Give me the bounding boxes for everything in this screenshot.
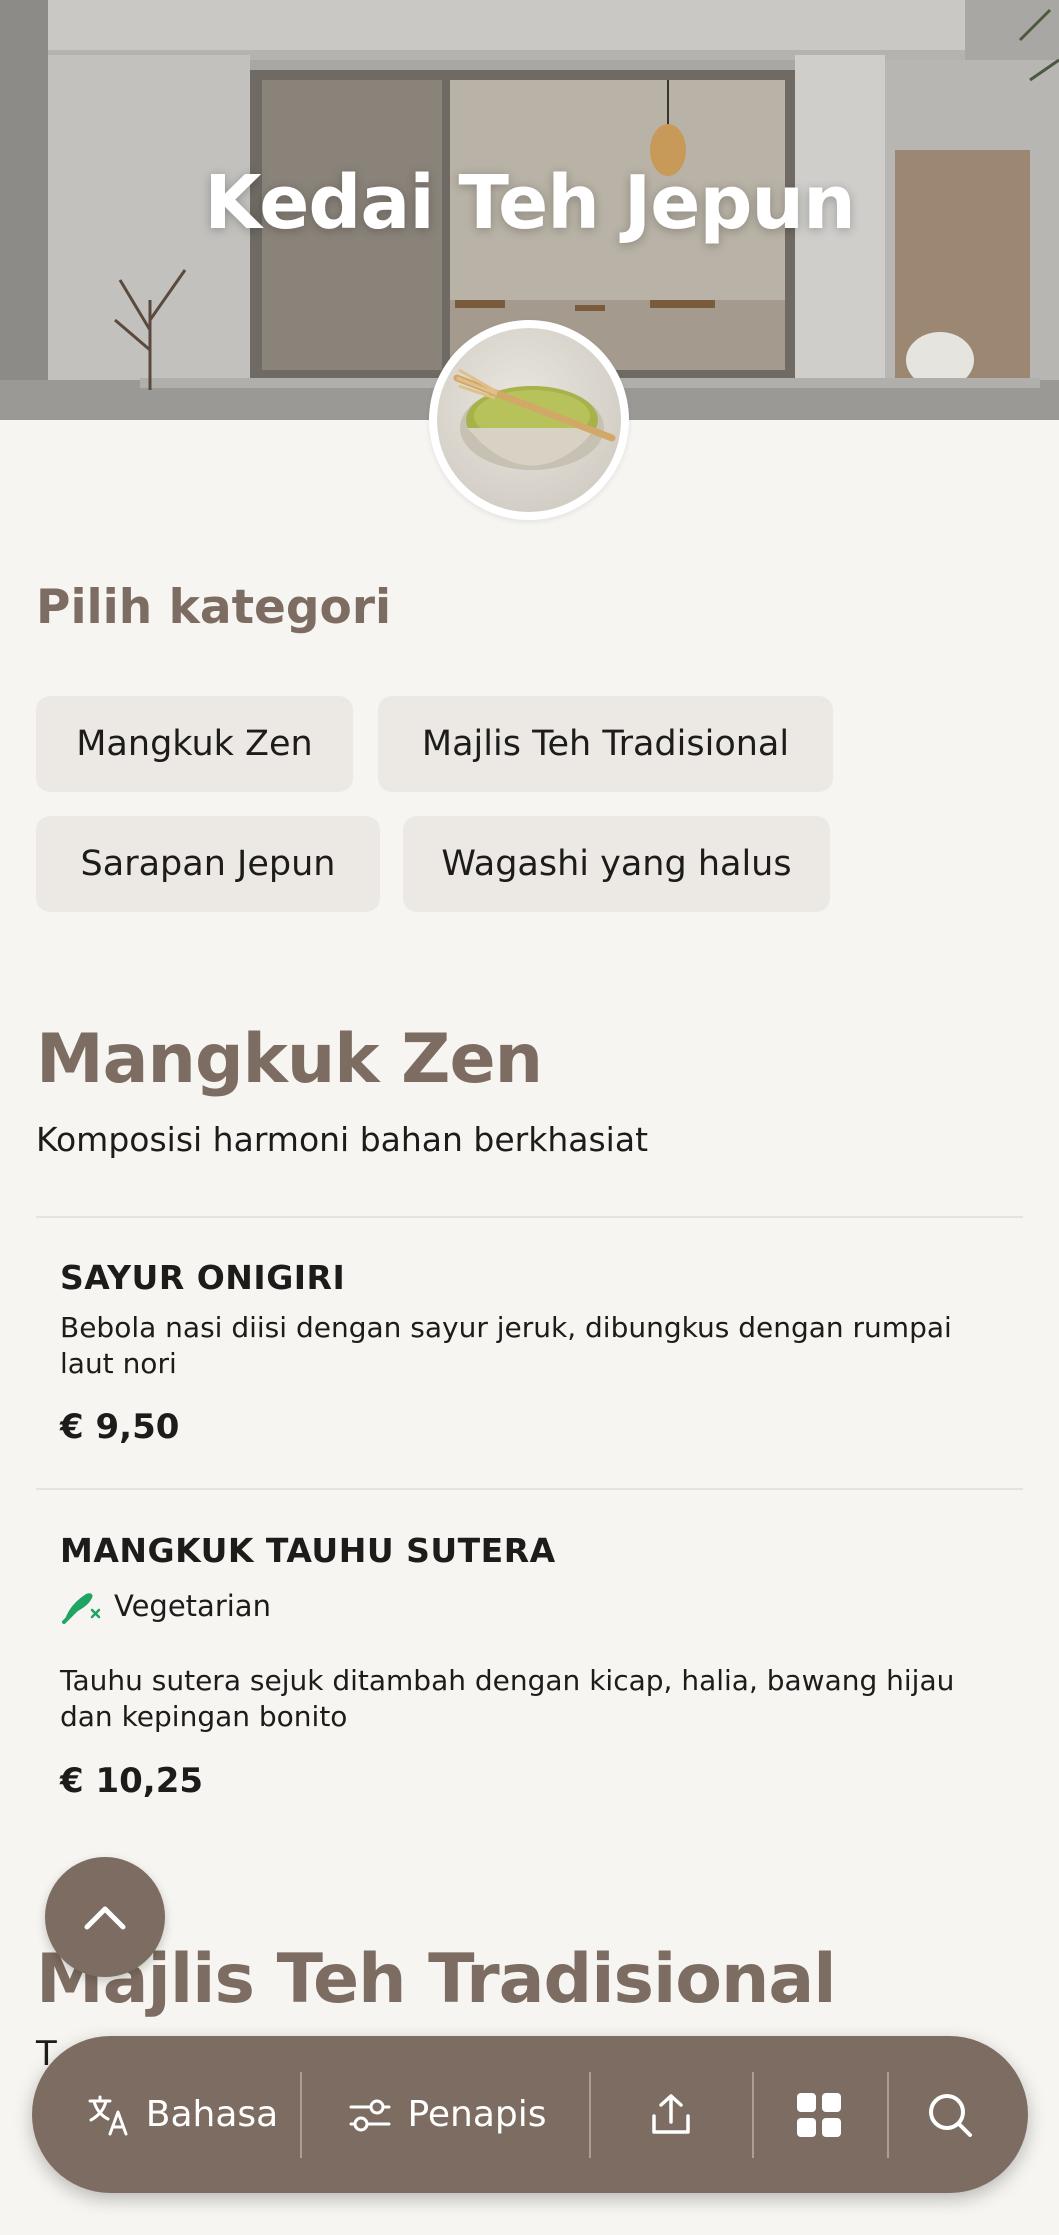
chip-sarapan-jepun[interactable]: Sarapan Jepun: [36, 816, 380, 912]
section-title: Majlis Teh Tradisional: [36, 1940, 837, 2019]
toolbar-separator: [589, 2072, 591, 2158]
toolbar-separator: [300, 2072, 302, 2158]
item-price: € 10,25: [60, 1761, 204, 1801]
item-price: € 9,50: [60, 1407, 180, 1447]
vegetarian-leaf-icon: [62, 1593, 101, 1624]
grid-view-button[interactable]: [754, 2036, 884, 2193]
search-icon: [929, 2093, 972, 2137]
restaurant-name: Kedai Teh Jepun: [204, 160, 856, 246]
chip-majlis-teh-tradisional[interactable]: Majlis Teh Tradisional: [378, 696, 833, 792]
item-name: MANGKUK TAUHU SUTERA: [60, 1531, 556, 1570]
chip-mangkuk-zen[interactable]: Mangkuk Zen: [36, 696, 353, 792]
chevron-up-icon: [84, 1906, 126, 1930]
divider: [36, 1216, 1023, 1218]
filter-button[interactable]: Penapis: [307, 2036, 587, 2193]
tag-label: Vegetarian: [114, 1589, 271, 1623]
chip-wagashi[interactable]: Wagashi yang halus: [403, 816, 830, 912]
restaurant-logo: [429, 320, 629, 520]
share-button[interactable]: [592, 2036, 750, 2193]
item-name: SAYUR ONIGIRI: [60, 1258, 346, 1297]
language-label: Bahasa: [145, 2094, 279, 2135]
category-picker-label: Pilih kategori: [36, 580, 392, 635]
divider: [36, 1488, 1023, 1490]
section-subtitle: Komposisi harmoni bahan berkhasiat: [36, 1120, 649, 1159]
filter-sliders-icon: [349, 2099, 391, 2131]
vegetarian-tag: Vegetarian: [60, 1588, 271, 1624]
search-button[interactable]: [890, 2036, 1010, 2193]
language-button[interactable]: Bahasa: [62, 2036, 302, 2193]
scroll-to-top-button[interactable]: [45, 1857, 165, 1977]
section-title: Mangkuk Zen: [36, 1020, 543, 1099]
filter-label: Penapis: [407, 2094, 547, 2135]
grid-icon: [797, 2092, 841, 2137]
share-icon: [652, 2093, 690, 2134]
translate-icon: [88, 2095, 128, 2135]
bottom-toolbar: Bahasa Penapis: [32, 2036, 1028, 2193]
toolbar-separator: [887, 2072, 889, 2158]
item-description: Tauhu sutera sejuk ditambah dengan kicap…: [60, 1664, 955, 1733]
matcha-bowl-icon: [453, 368, 616, 470]
item-description: Bebola nasi diisi dengan sayur jeruk, di…: [60, 1311, 952, 1380]
